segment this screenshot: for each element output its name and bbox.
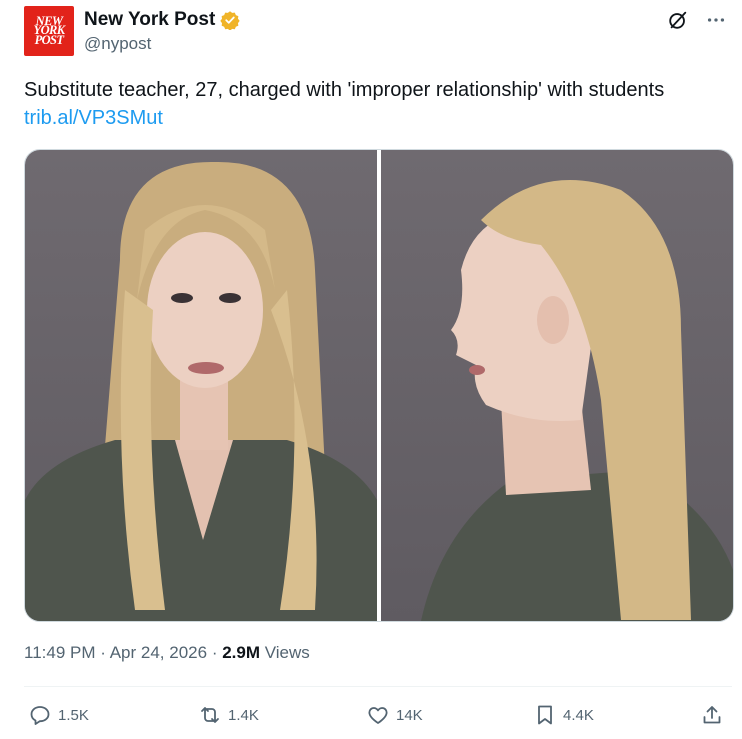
tweet-date[interactable]: Apr 24, 2026	[110, 643, 207, 662]
meta-separator-1: ·	[100, 643, 106, 662]
bookmark-icon	[538, 705, 552, 725]
display-name-text: New York Post	[84, 9, 216, 30]
action-bar: 1.5K 1.4K 14K 4.4K	[28, 703, 728, 731]
share-button[interactable]	[700, 703, 724, 727]
bookmark-count: 4.4K	[563, 706, 594, 724]
meta-separator-2: ·	[211, 643, 218, 662]
repost-count: 1.4K	[228, 706, 259, 724]
verified-badge-icon	[220, 10, 240, 31]
more-icon[interactable]	[704, 8, 728, 32]
reply-icon	[30, 706, 50, 725]
tweet-text: Substitute teacher, 27, charged with 'im…	[24, 76, 704, 132]
views-label: Views	[264, 643, 310, 662]
avatar-line-3: POST	[34, 32, 64, 47]
grok-icon[interactable]	[666, 8, 690, 32]
like-count: 14K	[396, 706, 423, 724]
share-icon	[703, 706, 721, 724]
like-icon	[368, 707, 388, 724]
tweet-time[interactable]: 11:49 PM	[24, 643, 96, 662]
tweet-link[interactable]: trib.al/VP3SMut	[24, 107, 163, 129]
bookmark-button[interactable]: 4.4K	[533, 703, 594, 727]
reply-count: 1.5K	[58, 706, 89, 724]
repost-button[interactable]: 1.4K	[198, 703, 259, 727]
tweet-meta: 11:49 PM · Apr 24, 2026 · 2.9M Views	[24, 643, 310, 663]
photo-profile[interactable]	[381, 150, 733, 621]
like-button[interactable]: 14K	[366, 703, 423, 727]
mugshot-front-image	[25, 161, 377, 621]
mugshot-profile-image	[421, 180, 733, 621]
tweet-body: Substitute teacher, 27, charged with 'im…	[24, 79, 665, 101]
photo-front[interactable]	[25, 150, 377, 621]
actions-divider	[24, 686, 732, 687]
avatar[interactable]: NEW YORK POST	[24, 6, 74, 56]
tweet-media[interactable]	[24, 149, 734, 622]
repost-icon	[201, 707, 219, 723]
display-name[interactable]: New York Post	[84, 9, 240, 31]
handle[interactable]: @nypost	[84, 34, 151, 54]
reply-button[interactable]: 1.5K	[28, 703, 89, 727]
views-count: 2.9M	[222, 643, 261, 662]
